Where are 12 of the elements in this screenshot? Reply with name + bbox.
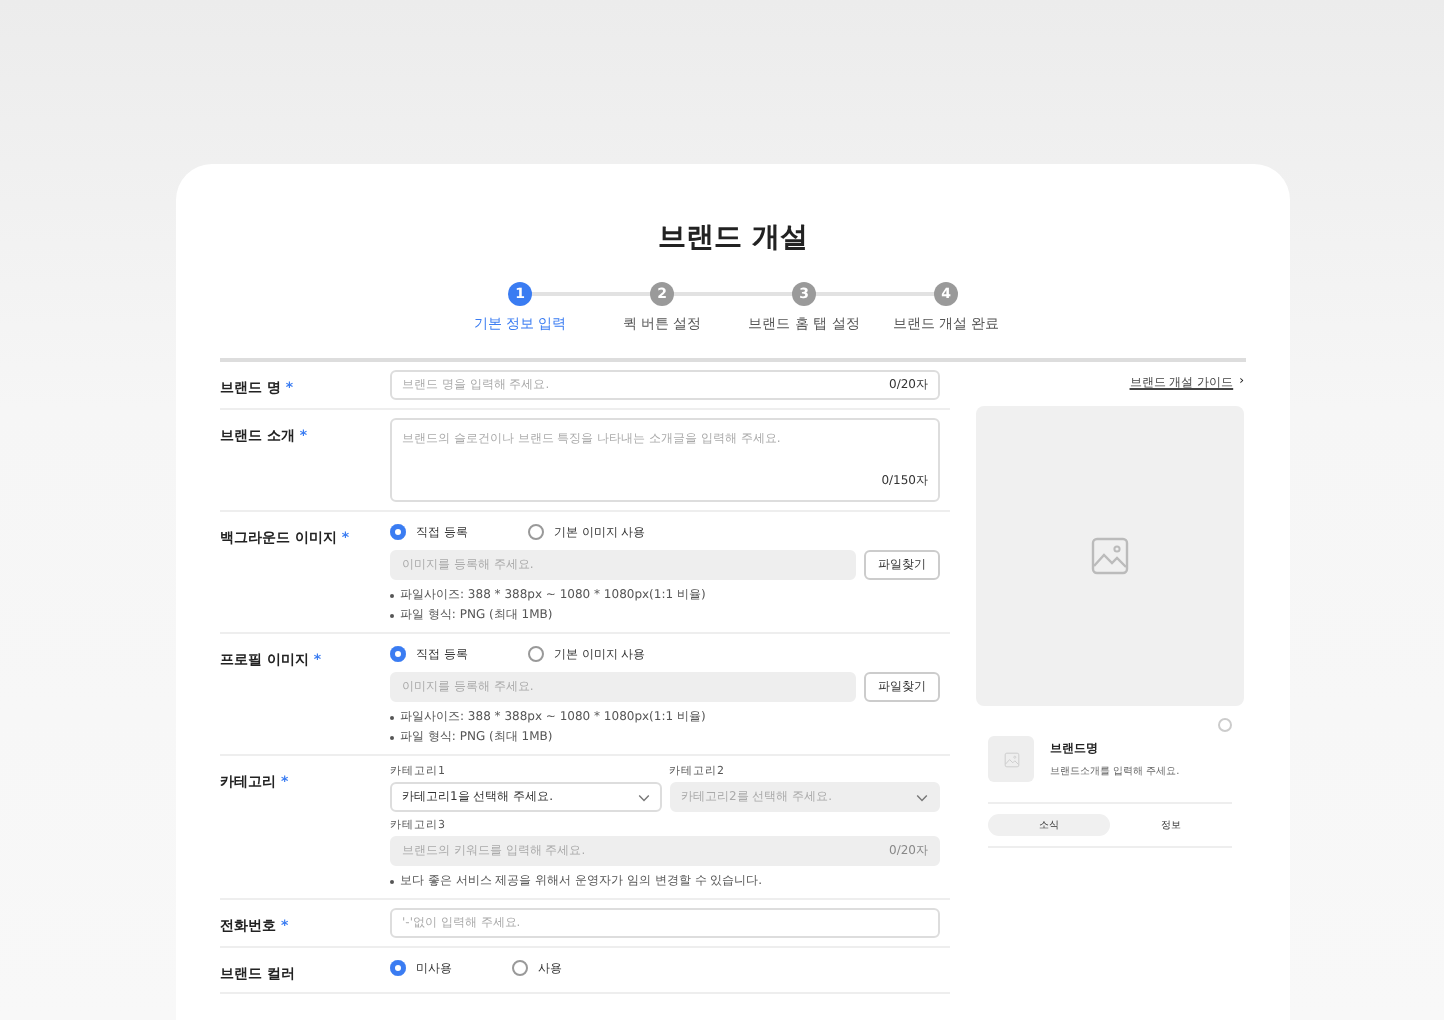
circle-icon <box>1218 718 1232 732</box>
radio-button[interactable] <box>390 646 406 662</box>
radio-button[interactable] <box>527 524 544 540</box>
chevron-down-icon <box>637 793 649 801</box>
chevron-down-icon <box>916 793 928 801</box>
image-icon <box>1003 751 1019 767</box>
radio-button[interactable] <box>527 646 544 662</box>
radio-button[interactable] <box>512 960 528 976</box>
image-icon <box>1090 536 1130 576</box>
radio-button[interactable] <box>390 960 406 976</box>
page-title: 브랜드 개설 <box>656 220 810 256</box>
radio-button[interactable] <box>390 524 406 540</box>
